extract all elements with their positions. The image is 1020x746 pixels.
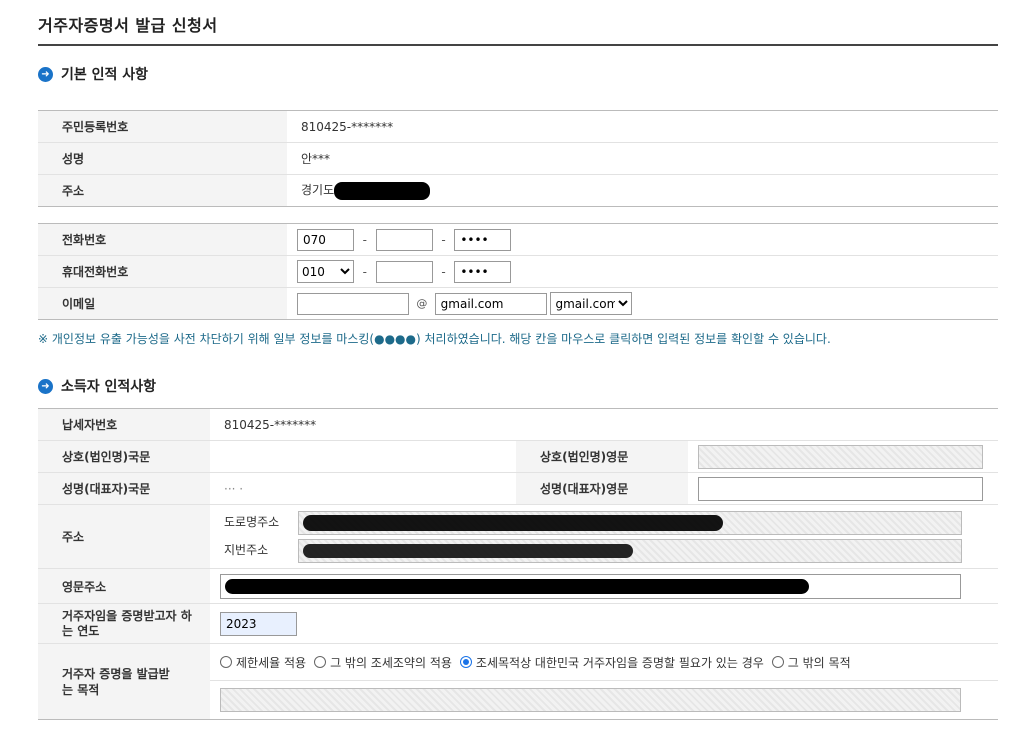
name-value: 안*** [287,142,998,175]
tin-value: 810425-******* [210,408,998,441]
radio-icon[interactable] [220,656,232,668]
income-address-cell: 도로명주소 지번주소 [210,504,998,569]
email-cell: @ gmail.com [287,287,998,320]
address-label: 주소 [38,174,287,207]
masking-notice: ※ 개인정보 유출 가능성을 사전 차단하기 위해 일부 정보를 마스킹(●●●… [38,332,831,346]
name-label: 성명 [38,142,287,175]
radio-selected-icon[interactable] [459,656,472,668]
mobile-last-input[interactable] [454,260,512,283]
purpose-radio-group: 제한세율 적용 그 밖의 조세조약의 적용 조세목적상 대한민국 거주자임을 증… [210,644,998,681]
purpose-detail-input[interactable] [220,688,961,712]
corp-kr-value [210,440,516,473]
email-domain-select[interactable]: gmail.com [550,292,633,315]
corp-en-cell [688,440,998,473]
rep-en-label: 성명(대표자)영문 [516,472,688,505]
phone-area-input[interactable] [297,228,354,251]
address-cell: 경기도 [287,174,998,207]
purpose-option-limit-rate[interactable]: 제한세율 적용 [220,654,306,671]
redaction-mark [302,514,723,531]
radio-icon[interactable] [771,656,784,668]
income-info-table: 납세자번호 810425-******* 상호(법인명)국문 상호(법인명)영문… [38,408,998,720]
email-domain-input[interactable] [434,292,547,315]
section-income-heading: ➜ 소득자 인적사항 [38,376,156,396]
mobile-label: 휴대전화번호 [38,255,287,288]
purpose-label: 거주자 증명을 발급받는 목적 [38,643,210,720]
section-income-title: 소득자 인적사항 [61,379,157,395]
email-at: @ [416,297,428,310]
redaction-mark [302,543,633,558]
address-value: 경기도 [301,183,335,198]
rep-en-cell [688,472,998,505]
rrn-value: 810425-******* [287,110,998,143]
lot-address-input[interactable] [297,538,962,563]
phone-last-input[interactable] [454,228,512,251]
arrow-circle-icon: ➜ [38,378,53,394]
purpose-option-other-treaty[interactable]: 그 밖의 조세조약의 적용 [314,654,452,671]
road-address-input[interactable] [297,510,962,535]
redaction-mark [334,181,431,200]
email-id-input[interactable] [297,292,409,315]
radio-icon[interactable] [314,656,327,668]
income-address-label: 주소 [38,504,210,569]
road-address-label: 도로명주소 [224,515,280,529]
lot-address-label: 지번주소 [224,543,269,557]
year-cell [210,603,998,644]
rep-en-input[interactable] [698,476,983,501]
arrow-circle-icon: ➜ [38,66,53,82]
purpose-cell: 제한세율 적용 그 밖의 조세조약의 적용 조세목적상 대한민국 거주자임을 증… [210,643,998,720]
mobile-cell: 010 - - [287,255,998,288]
corp-en-input[interactable] [698,444,983,469]
title-divider [38,44,998,46]
tin-label: 납세자번호 [38,408,210,441]
phone-middle-input[interactable] [375,228,433,251]
mobile-prefix-select[interactable]: 010 [297,260,354,283]
email-label: 이메일 [38,287,287,320]
mobile-middle-input[interactable] [375,260,433,283]
corp-en-label: 상호(법인명)영문 [516,440,688,473]
section-basic-title: 기본 인적 사항 [61,67,149,83]
en-address-label: 영문주소 [38,568,210,604]
corp-kr-label: 상호(법인명)국문 [38,440,210,473]
en-address-cell [210,568,998,604]
redaction-mark [225,578,809,594]
section-basic-heading: ➜ 기본 인적 사항 [38,64,148,84]
rep-kr-value: ··· · [210,472,516,505]
basic-info-table: 주민등록번호 810425-******* 성명 안*** 주소 경기도 [38,110,998,207]
purpose-option-other[interactable]: 그 밖의 목적 [771,654,851,671]
en-address-input[interactable] [220,573,961,599]
rrn-label: 주민등록번호 [38,110,287,143]
rep-kr-label: 성명(대표자)국문 [38,472,210,505]
purpose-option-prove-residency[interactable]: 조세목적상 대한민국 거주자임을 증명할 필요가 있는 경우 [459,654,764,671]
contact-table: 전화번호 - - 휴대전화번호 010 - - 이메일 @ gmail.com [38,223,998,320]
phone-cell: - - [287,223,998,256]
phone-label: 전화번호 [38,223,287,256]
year-input[interactable] [220,611,297,636]
year-label: 거주자임을 증명받고자 하는 연도 [38,603,210,644]
page-title: 거주자증명서 발급 신청서 [38,16,218,35]
